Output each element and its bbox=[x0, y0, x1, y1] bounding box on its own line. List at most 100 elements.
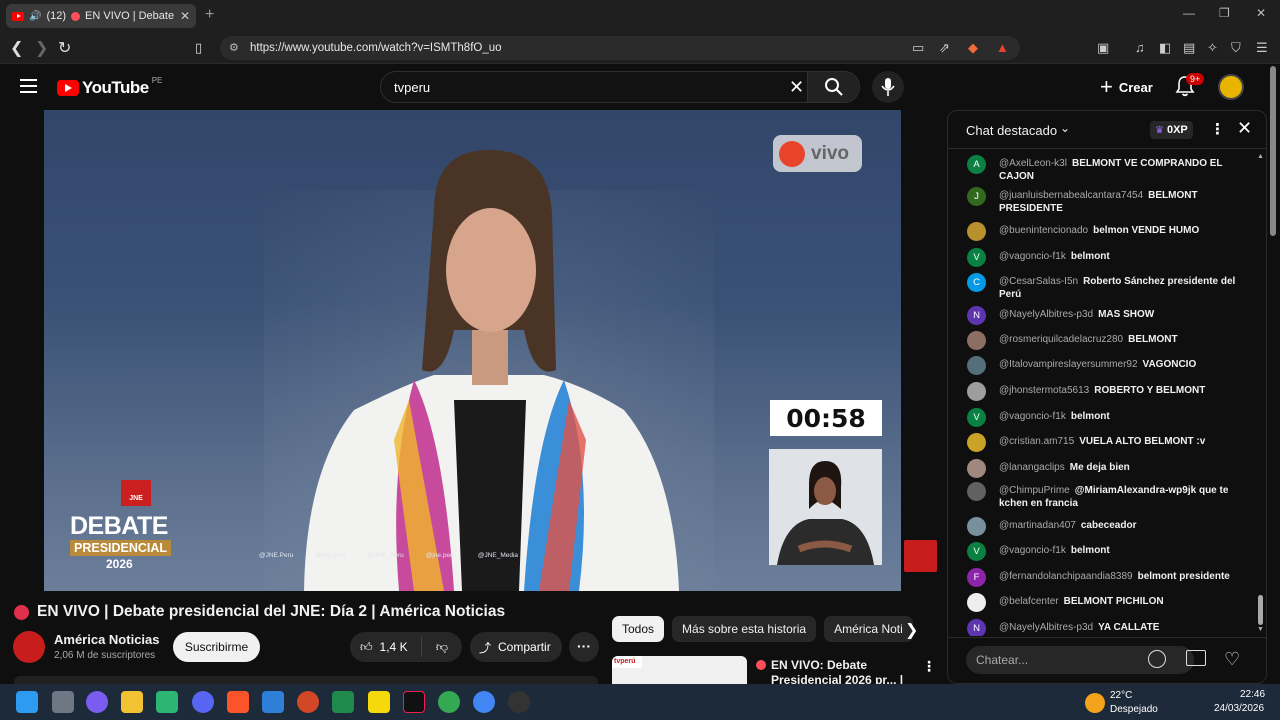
word-icon[interactable] bbox=[262, 691, 284, 713]
chat-author-avatar[interactable]: F bbox=[967, 568, 986, 587]
chat-author-avatar[interactable] bbox=[967, 433, 986, 452]
chat-author-name[interactable]: @Italovampireslayersummer92 bbox=[999, 359, 1138, 370]
account-avatar[interactable] bbox=[1218, 74, 1244, 100]
clock-time[interactable]: 22:46 bbox=[1240, 689, 1265, 700]
forward-icon[interactable]: ❯ bbox=[35, 38, 48, 58]
speaker-icon[interactable]: 🔊 bbox=[29, 11, 41, 22]
search-box[interactable]: tvperu ✕ bbox=[380, 71, 860, 103]
sidebar-icon[interactable]: ▣ bbox=[1097, 40, 1109, 56]
recommended-thumbnail[interactable]: tvperú bbox=[612, 656, 747, 684]
channel-avatar[interactable] bbox=[13, 631, 45, 663]
chat-author-avatar[interactable]: V bbox=[967, 408, 986, 427]
chat-author-avatar[interactable]: V bbox=[967, 542, 986, 561]
chat-author-avatar[interactable]: A bbox=[967, 155, 986, 174]
copilot-icon[interactable] bbox=[86, 691, 108, 713]
chat-author-name[interactable]: @cristian.am715 bbox=[999, 436, 1074, 447]
chat-author-avatar[interactable] bbox=[967, 356, 986, 375]
split-view-icon[interactable]: ◧ bbox=[1159, 40, 1171, 56]
minimize-icon[interactable]: — bbox=[1183, 6, 1195, 20]
chevron-down-icon[interactable]: ⌄ bbox=[1060, 121, 1070, 135]
close-chat-icon[interactable]: ✕ bbox=[1237, 118, 1252, 139]
recommended-title[interactable]: EN VIVO: Debate Presidencial 2026 pr... … bbox=[756, 658, 916, 684]
channel-name[interactable]: América Noticias bbox=[54, 632, 160, 647]
site-settings-icon[interactable]: ⚙ bbox=[229, 41, 239, 54]
task-view-icon[interactable] bbox=[52, 691, 74, 713]
heart-icon[interactable]: ♡ bbox=[1224, 650, 1240, 668]
browser-tab[interactable]: 🔊 (12) EN VIVO | Debate pr ✕ bbox=[6, 4, 196, 28]
sticky-notes-icon[interactable] bbox=[368, 691, 390, 713]
share-page-icon[interactable]: ⇗ bbox=[939, 40, 950, 56]
reload-icon[interactable]: ↻ bbox=[58, 38, 71, 58]
chat-author-name[interactable]: @buenintencionado bbox=[999, 225, 1088, 236]
dislike-button[interactable]: 👎︎ bbox=[422, 640, 462, 655]
description-box[interactable] bbox=[14, 676, 598, 684]
chat-author-name[interactable]: @CesarSalas-I5n bbox=[999, 276, 1078, 287]
chat-author-avatar[interactable]: C bbox=[967, 273, 986, 292]
hamburger-menu-icon[interactable] bbox=[20, 79, 37, 93]
search-input[interactable]: tvperu bbox=[394, 80, 430, 95]
scroll-up-icon[interactable]: ▲ bbox=[1257, 153, 1264, 160]
rewards-icon[interactable]: ▲ bbox=[996, 40, 1009, 55]
powerpoint-icon[interactable] bbox=[297, 691, 319, 713]
chat-author-name[interactable]: @belafcenter bbox=[999, 596, 1059, 607]
file-explorer-icon[interactable] bbox=[121, 691, 143, 713]
chat-author-avatar[interactable] bbox=[967, 459, 986, 478]
page-scrollbar[interactable] bbox=[1270, 66, 1276, 236]
chrome-active-icon[interactable] bbox=[473, 691, 495, 713]
back-icon[interactable]: ❮ bbox=[10, 38, 23, 58]
chat-author-avatar[interactable]: V bbox=[967, 248, 986, 267]
chat-author-name[interactable]: @vagoncio-f1k bbox=[999, 545, 1066, 556]
chevron-right-icon[interactable]: ❯ bbox=[905, 620, 918, 640]
chat-points-badge[interactable]: ♛ 0XP bbox=[1150, 121, 1193, 139]
clock-date[interactable]: 24/03/2026 bbox=[1214, 703, 1264, 714]
brave-icon[interactable] bbox=[227, 691, 249, 713]
chat-mode-title[interactable]: Chat destacado bbox=[966, 123, 1057, 138]
chip-mas-sobre-historia[interactable]: Más sobre esta historia bbox=[672, 616, 817, 642]
channel-watermark-icon[interactable] bbox=[904, 540, 937, 572]
chat-author-name[interactable]: @vagoncio-f1k bbox=[999, 411, 1066, 422]
youtube-logo[interactable]: YouTube PE bbox=[57, 76, 162, 98]
chat-author-avatar[interactable] bbox=[967, 482, 986, 501]
close-tab-icon[interactable]: ✕ bbox=[180, 9, 190, 23]
chat-author-name[interactable]: @lanangaclips bbox=[999, 462, 1065, 473]
brave-shields-icon[interactable]: ◆ bbox=[968, 40, 978, 56]
create-button[interactable]: + Crear bbox=[1092, 71, 1161, 103]
url-bar[interactable]: ⚙ https://www.youtube.com/watch?v=ISMTh8… bbox=[220, 36, 1020, 60]
windows-start-icon[interactable] bbox=[16, 691, 38, 713]
browser-menu-icon[interactable]: ☰ bbox=[1256, 40, 1268, 56]
chat-author-avatar[interactable] bbox=[967, 593, 986, 612]
chat-more-icon[interactable]: ⋮ bbox=[1210, 120, 1225, 138]
super-chat-icon[interactable] bbox=[1186, 650, 1206, 666]
chip-todos[interactable]: Todos bbox=[612, 616, 665, 642]
discord-icon[interactable] bbox=[192, 691, 214, 713]
close-window-icon[interactable]: ✕ bbox=[1256, 6, 1266, 20]
chrome-icon[interactable] bbox=[438, 691, 460, 713]
emoji-icon[interactable] bbox=[1148, 650, 1166, 668]
chat-author-name[interactable]: @vagoncio-f1k bbox=[999, 251, 1066, 262]
chat-author-name[interactable]: @NayelyAlbitres-p3d bbox=[999, 309, 1093, 320]
media-icon[interactable]: ♫ bbox=[1135, 40, 1145, 55]
more-actions-button[interactable]: ··· bbox=[569, 632, 599, 662]
clear-search-icon[interactable]: ✕ bbox=[789, 77, 804, 98]
chat-author-avatar[interactable]: N bbox=[967, 306, 986, 325]
chat-author-name[interactable]: @jhonstermota5613 bbox=[999, 385, 1089, 396]
chat-author-name[interactable]: @fernandolanchipaandia8389 bbox=[999, 571, 1133, 582]
chat-scrollbar[interactable] bbox=[1258, 595, 1263, 625]
app-icon-2[interactable] bbox=[508, 691, 530, 713]
bookmark-icon[interactable]: ▯ bbox=[195, 40, 202, 56]
voice-search-button[interactable] bbox=[872, 71, 904, 103]
chat-author-name[interactable]: @NayelyAlbitres-p3d bbox=[999, 622, 1093, 633]
chip-america-noticias[interactable]: América Noti bbox=[824, 616, 913, 642]
app-icon[interactable] bbox=[156, 691, 178, 713]
recommended-more-icon[interactable]: ⋮ bbox=[922, 658, 936, 675]
chat-author-name[interactable]: @rosmeriquilcadelacruz280 bbox=[999, 334, 1123, 345]
restore-icon[interactable]: ❐ bbox=[1219, 6, 1230, 20]
chat-author-avatar[interactable] bbox=[967, 222, 986, 241]
chat-author-name[interactable]: @AxelLeon-k3l bbox=[999, 158, 1067, 169]
leo-ai-icon[interactable]: ✧ bbox=[1207, 40, 1218, 56]
chat-author-avatar[interactable] bbox=[967, 331, 986, 350]
video-player[interactable]: vivo 00:58 JNE DEBATE PRESIDENCIAL 2026 … bbox=[44, 110, 901, 591]
chat-author-avatar[interactable] bbox=[967, 517, 986, 536]
new-tab-button[interactable]: + bbox=[205, 6, 214, 24]
wallet-icon[interactable]: ▤ bbox=[1183, 40, 1195, 56]
